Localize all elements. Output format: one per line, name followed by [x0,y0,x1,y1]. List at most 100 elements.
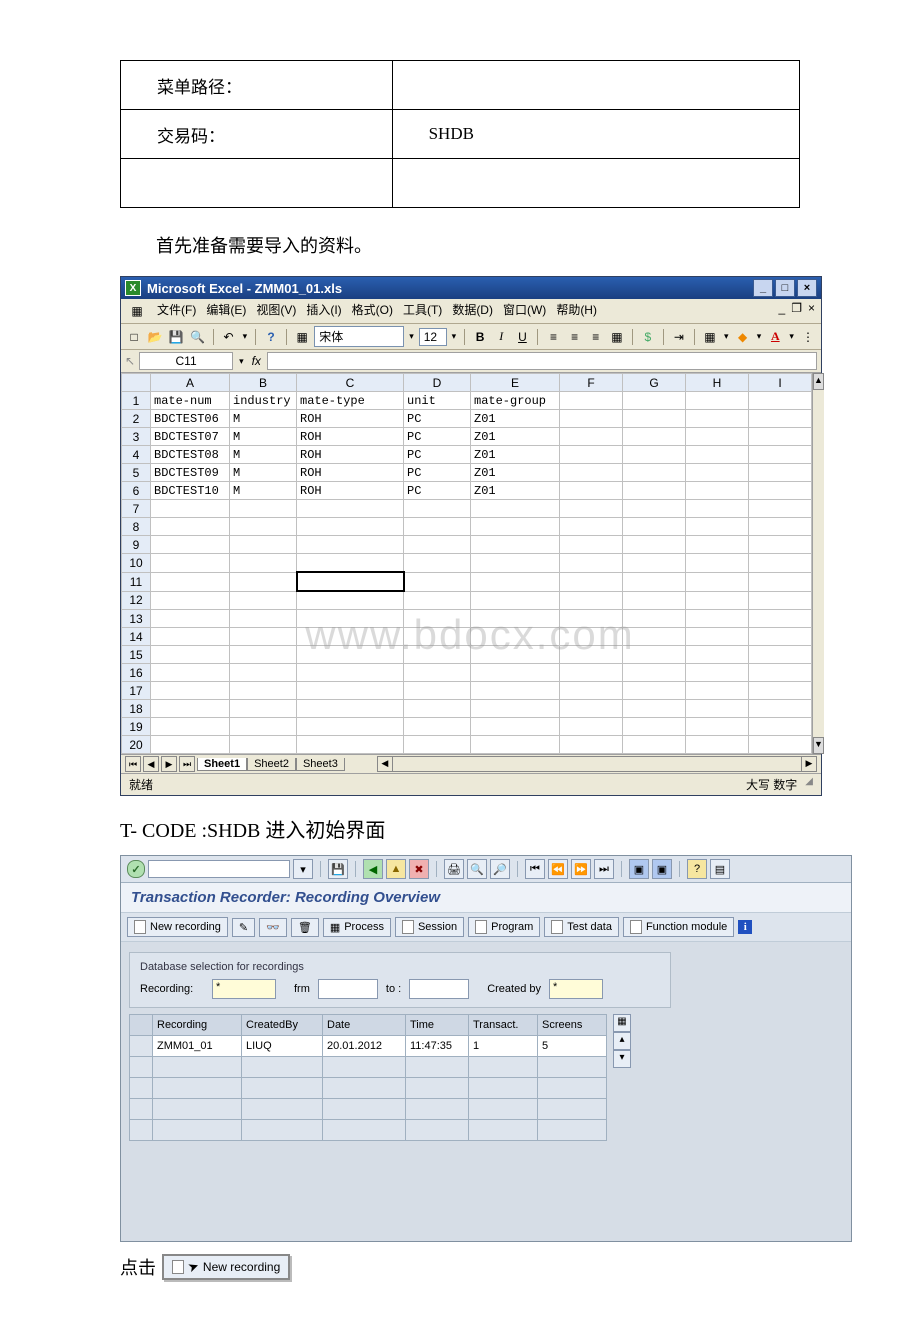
cell[interactable]: ROH [297,446,404,464]
cell[interactable] [151,628,230,646]
cell[interactable] [560,736,623,754]
cell[interactable] [560,646,623,664]
new-session-icon[interactable]: ▣ [629,859,649,879]
menu-data[interactable]: 数据(D) [452,301,493,321]
cell[interactable] [686,554,749,573]
row-header[interactable]: 3 [122,428,151,446]
scroll-down-icon[interactable]: ▼ [813,737,824,754]
fill-color-icon[interactable]: ◆ [734,327,752,347]
cell[interactable] [404,610,471,628]
exit-icon[interactable]: ▲ [386,859,406,879]
cell[interactable] [749,500,812,518]
col-header[interactable]: H [686,374,749,392]
undo-icon[interactable]: ↶ [219,327,237,347]
cell[interactable] [749,610,812,628]
info-icon[interactable]: i [738,920,752,934]
cell[interactable] [230,718,297,736]
italic-icon[interactable]: I [492,327,510,347]
cell[interactable]: M [230,464,297,482]
cell[interactable] [623,464,686,482]
cell[interactable] [151,700,230,718]
row-header[interactable]: 4 [122,446,151,464]
cell[interactable] [404,700,471,718]
cell[interactable] [404,500,471,518]
cell[interactable]: industry [230,392,297,410]
undo-dropdown-icon[interactable]: ▾ [241,331,250,342]
cell[interactable] [623,428,686,446]
cell[interactable] [623,500,686,518]
cell[interactable] [560,464,623,482]
align-center-icon[interactable]: ≡ [566,327,584,347]
cell[interactable] [686,591,749,610]
cell[interactable] [404,664,471,682]
cell[interactable] [686,446,749,464]
cell[interactable]: BDCTEST08 [151,446,230,464]
cell[interactable]: M [230,446,297,464]
resize-grip-icon[interactable]: ◢ [805,776,813,793]
sheet-tab[interactable]: Sheet2 [247,758,296,771]
cell[interactable]: M [230,410,297,428]
scroll-down-icon[interactable]: ▾ [613,1050,631,1068]
enter-icon[interactable]: ✓ [127,860,145,878]
cell[interactable] [623,536,686,554]
cell[interactable] [623,554,686,573]
cell[interactable] [749,572,812,591]
doc-close-icon[interactable]: × [808,301,815,321]
cell[interactable] [686,392,749,410]
col-header[interactable]: F [560,374,623,392]
cell[interactable] [471,646,560,664]
cell[interactable] [749,482,812,500]
doc-minimize-icon[interactable]: _ [779,301,786,321]
cell[interactable] [404,572,471,591]
table-header[interactable]: Time [406,1015,469,1036]
cell[interactable] [151,610,230,628]
tab-nav-first-icon[interactable]: ⏮ [125,756,141,772]
indent-icon[interactable]: ⇥ [670,327,688,347]
cell[interactable] [749,554,812,573]
cell[interactable] [230,518,297,536]
tab-nav-last-icon[interactable]: ⏭ [179,756,195,772]
cell[interactable] [471,500,560,518]
cell[interactable] [749,682,812,700]
cell[interactable]: ROH [297,482,404,500]
row-header[interactable]: 14 [122,628,151,646]
maximize-button[interactable]: □ [775,279,795,297]
sheet-tab[interactable]: Sheet1 [197,758,247,771]
font-name-dropdown-icon[interactable]: ▾ [407,331,416,342]
help-icon[interactable]: ? [262,327,280,347]
cell[interactable] [151,500,230,518]
cell[interactable] [230,700,297,718]
cell[interactable] [151,591,230,610]
table-header[interactable]: Date [323,1015,406,1036]
cell[interactable] [749,518,812,536]
horizontal-scrollbar[interactable]: ◀ ▶ [377,756,817,772]
help-icon[interactable]: ? [687,859,707,879]
cell[interactable] [749,700,812,718]
cell[interactable] [560,628,623,646]
merge-cells-icon[interactable]: ▦ [608,327,626,347]
first-page-icon[interactable]: ⏮ [525,859,545,879]
cell[interactable] [404,682,471,700]
cell[interactable] [749,646,812,664]
cell[interactable] [686,572,749,591]
font-color-icon[interactable]: A [766,327,784,347]
cell[interactable] [560,446,623,464]
cell[interactable]: mate-num [151,392,230,410]
from-field[interactable] [318,979,378,999]
cell[interactable] [230,664,297,682]
cell[interactable] [686,646,749,664]
print-icon[interactable]: 🖨 [444,859,464,879]
cell[interactable] [297,628,404,646]
cell[interactable] [230,572,297,591]
menu-format[interactable]: 格式(O) [352,301,393,321]
cell[interactable]: ROH [297,410,404,428]
cell[interactable] [686,700,749,718]
cell[interactable] [404,628,471,646]
table-header[interactable]: Screens [538,1015,607,1036]
underline-icon[interactable]: U [513,327,531,347]
cell[interactable]: PC [404,482,471,500]
table-cell[interactable]: 20.01.2012 [323,1036,406,1057]
cell[interactable] [404,718,471,736]
command-field[interactable] [148,860,290,878]
cell[interactable] [404,518,471,536]
